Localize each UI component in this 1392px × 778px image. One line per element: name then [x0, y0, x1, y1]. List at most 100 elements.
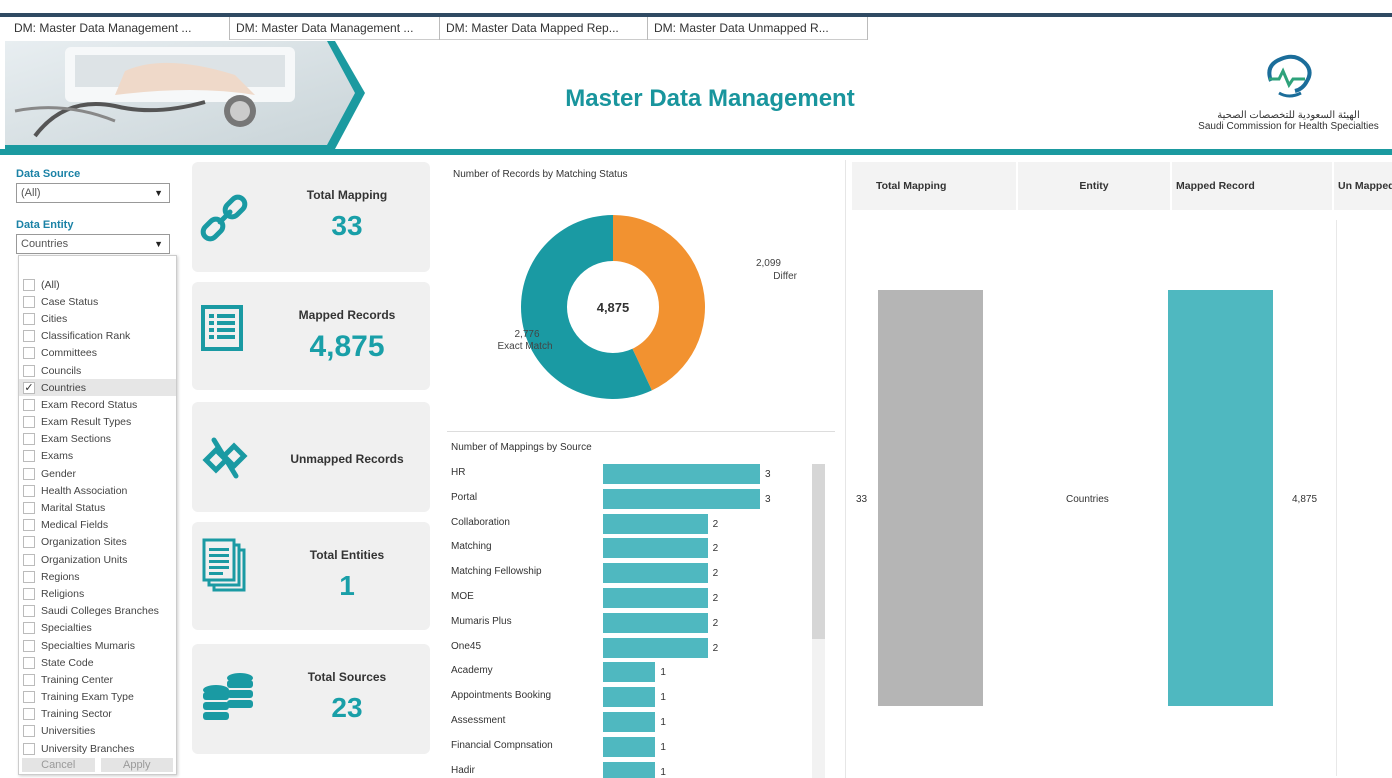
- kpi-unmapped-records: Unmapped Records: [192, 402, 430, 512]
- entity-option[interactable]: Gender: [19, 465, 176, 482]
- checkbox[interactable]: [23, 347, 35, 360]
- bar[interactable]: [603, 712, 656, 732]
- entity-option[interactable]: Regions: [19, 568, 176, 585]
- checkbox[interactable]: [23, 398, 35, 411]
- scrollbar-thumb[interactable]: [812, 464, 825, 639]
- checkbox[interactable]: ✓: [23, 381, 35, 394]
- tab-unmapped-report[interactable]: DM: Master Data Unmapped R...: [648, 17, 868, 40]
- checkbox[interactable]: [23, 570, 35, 583]
- checkbox[interactable]: [23, 484, 35, 497]
- checkbox[interactable]: [23, 622, 35, 635]
- bar[interactable]: [603, 612, 708, 633]
- entity-option[interactable]: Training Exam Type: [19, 689, 176, 706]
- entity-option[interactable]: Health Association: [19, 482, 176, 499]
- bar-category-label: MOE: [451, 591, 474, 602]
- checkbox[interactable]: [23, 330, 35, 343]
- entity-option[interactable]: Religions: [19, 585, 176, 602]
- bar[interactable]: [603, 736, 656, 757]
- bar-value-label: 2: [712, 617, 719, 629]
- bar[interactable]: [603, 513, 708, 534]
- tab-mapped-report[interactable]: DM: Master Data Mapped Rep...: [440, 17, 648, 40]
- entity-option[interactable]: State Code: [19, 654, 176, 671]
- checkbox[interactable]: [23, 587, 35, 600]
- tab-master-data-management-1[interactable]: DM: Master Data Management ...: [8, 17, 230, 40]
- entity-option[interactable]: Case Status: [19, 293, 176, 310]
- entity-option[interactable]: Councils: [19, 362, 176, 379]
- total-mapping-bar[interactable]: [878, 290, 983, 706]
- bar[interactable]: [603, 488, 760, 509]
- entity-option[interactable]: ✓ Countries: [19, 379, 176, 397]
- checkbox[interactable]: [23, 502, 35, 515]
- entity-option-label: Cities: [41, 312, 68, 325]
- checkbox[interactable]: [23, 450, 35, 463]
- checkbox[interactable]: [23, 673, 35, 686]
- checkbox[interactable]: [23, 605, 35, 618]
- checkbox[interactable]: [23, 295, 35, 308]
- checkbox[interactable]: [23, 553, 35, 566]
- checkbox[interactable]: [23, 708, 35, 721]
- mapped-record-cell: 4,875: [1292, 494, 1318, 505]
- checkbox[interactable]: [23, 433, 35, 446]
- entity-option[interactable]: Organization Sites: [19, 534, 176, 551]
- checkbox[interactable]: [23, 725, 35, 738]
- kpi-total-sources: Total Sources 23: [192, 644, 430, 754]
- checkbox[interactable]: [23, 656, 35, 669]
- entity-option[interactable]: Cities: [19, 310, 176, 327]
- bar[interactable]: [603, 687, 656, 708]
- checkbox[interactable]: [23, 278, 35, 291]
- entity-option[interactable]: Organization Units: [19, 551, 176, 568]
- link-icon: [200, 194, 248, 242]
- entity-option[interactable]: University Branches: [19, 740, 176, 757]
- entity-option-label: Organization Units: [41, 553, 128, 566]
- cancel-button[interactable]: Cancel: [22, 758, 95, 772]
- bar[interactable]: [603, 563, 708, 584]
- entity-option[interactable]: Training Sector: [19, 706, 176, 723]
- entity-option[interactable]: (All): [19, 276, 176, 293]
- chevron-down-icon: ▼: [154, 239, 163, 249]
- entity-option[interactable]: Exam Result Types: [19, 414, 176, 431]
- bar[interactable]: [603, 464, 760, 484]
- checkbox[interactable]: [23, 416, 35, 429]
- entity-option[interactable]: Saudi Colleges Branches: [19, 603, 176, 620]
- entity-option[interactable]: Exams: [19, 448, 176, 465]
- bar[interactable]: [603, 538, 708, 559]
- entity-option-label: Religions: [41, 587, 85, 600]
- entity-option[interactable]: Committees: [19, 345, 176, 362]
- data-source-select[interactable]: (All) ▼: [16, 183, 170, 203]
- bar[interactable]: [603, 637, 708, 658]
- entity-option-label: Saudi Colleges Branches: [41, 605, 159, 618]
- data-entity-select[interactable]: Countries ▼: [16, 234, 170, 254]
- entity-option[interactable]: Specialties: [19, 620, 176, 637]
- entity-option[interactable]: Medical Fields: [19, 517, 176, 534]
- header-entity: Entity: [1018, 162, 1170, 210]
- entity-option[interactable]: Exam Sections: [19, 431, 176, 448]
- data-entity-label: Data Entity: [16, 219, 74, 231]
- entity-option[interactable]: Classification Rank: [19, 328, 176, 345]
- tab-master-data-management-2[interactable]: DM: Master Data Management ...: [230, 17, 440, 40]
- apply-button[interactable]: Apply: [100, 758, 173, 772]
- checkbox[interactable]: [23, 536, 35, 549]
- bars-scrollbar[interactable]: [812, 464, 825, 778]
- checkbox[interactable]: [23, 639, 35, 652]
- entity-option[interactable]: Specialties Mumaris: [19, 637, 176, 654]
- entity-option[interactable]: Training Center: [19, 671, 176, 688]
- checkbox[interactable]: [23, 742, 35, 755]
- checkbox[interactable]: [23, 519, 35, 532]
- bar-value-label: 2: [712, 543, 719, 555]
- checkbox[interactable]: [23, 364, 35, 377]
- entity-option-label: University Branches: [41, 742, 135, 755]
- data-entity-value: Countries: [21, 238, 69, 250]
- bar[interactable]: [603, 761, 656, 778]
- entity-option[interactable]: Universities: [19, 723, 176, 740]
- bar-row: Appointments Booking 1: [447, 687, 827, 708]
- bar-value-label: 1: [660, 766, 666, 778]
- bar-category-label: Academy: [451, 665, 493, 677]
- bar[interactable]: [603, 662, 656, 683]
- entity-option[interactable]: Marital Status: [19, 499, 176, 516]
- mapped-record-bar[interactable]: [1168, 290, 1273, 706]
- bar[interactable]: [603, 588, 708, 608]
- checkbox[interactable]: [23, 312, 35, 325]
- checkbox[interactable]: [23, 467, 35, 480]
- entity-option[interactable]: Exam Record Status: [19, 396, 176, 413]
- checkbox[interactable]: [23, 691, 35, 704]
